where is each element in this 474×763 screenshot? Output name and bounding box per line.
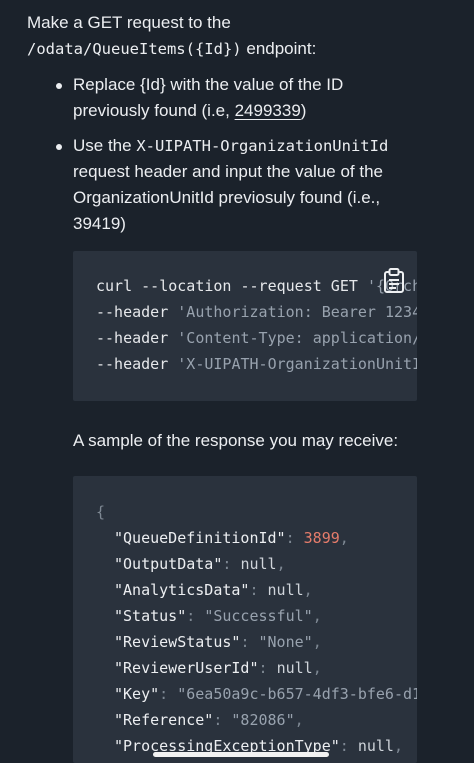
json-colon: : — [159, 685, 178, 703]
json-value: "Successful" — [204, 607, 313, 625]
intro-line-2-suffix: endpoint: — [241, 39, 317, 58]
json-field-line: "OutputData": null, — [114, 555, 286, 573]
bullet-1-line-2: previously found (i.e, 2499339) — [73, 98, 423, 124]
json-value: "None" — [258, 633, 313, 651]
code-string: 'X-UIPATH-OrganizationUnitI — [177, 355, 417, 373]
code-line: --header 'Content-Type: application/ — [96, 329, 417, 347]
json-value: null — [267, 581, 304, 599]
code-command: --header — [96, 303, 178, 321]
id-link[interactable]: 2499339 — [235, 101, 301, 120]
code-command: --header — [96, 355, 178, 373]
intro-paragraph: Make a GET request to the /odata/QueueIt… — [27, 10, 457, 62]
sample-response-label: A sample of the response you may receive… — [73, 431, 399, 450]
code-string: 'Authorization: Bearer 1234 — [177, 303, 417, 321]
json-comma: , — [312, 633, 322, 651]
json-comma: , — [294, 711, 304, 729]
json-comma: , — [276, 555, 286, 573]
json-value: "6ea50a9c-b657-4df3-bfe6-d1 — [177, 685, 417, 703]
intro-line-1: Make a GET request to the — [27, 13, 231, 32]
json-key: "ReviewerUserId" — [114, 659, 259, 677]
json-field-line: "QueueDefinitionId": 3899, — [114, 529, 349, 547]
json-key: "AnalyticsData" — [114, 581, 250, 599]
open-brace: { — [96, 503, 106, 521]
json-colon: : — [186, 607, 205, 625]
json-key: "Key" — [114, 685, 160, 703]
code-command: curl --location --request GET — [96, 277, 367, 295]
json-key: "OutputData" — [114, 555, 223, 573]
json-comma: , — [312, 607, 322, 625]
json-colon: : — [240, 633, 259, 651]
json-field-line: "AnalyticsData": null, — [114, 581, 313, 599]
json-value: null — [240, 555, 277, 573]
json-field-line: "Status": "Successful", — [114, 607, 322, 625]
list-item: Use the X-UIPATH-OrganizationUnitId requ… — [56, 133, 423, 237]
json-value: "82086" — [231, 711, 295, 729]
endpoint-code: /odata/QueueItems({Id}) — [27, 40, 242, 58]
json-key: "Reference" — [114, 711, 214, 729]
json-colon: : — [222, 555, 241, 573]
json-key: "Status" — [114, 607, 187, 625]
intro-line-2: /odata/QueueItems({Id}) endpoint: — [27, 36, 457, 62]
response-code-block[interactable]: { "QueueDefinitionId": 3899, "OutputData"… — [73, 476, 417, 763]
bullet-dot — [56, 83, 62, 89]
code-string: 'Content-Type: application/ — [177, 329, 417, 347]
home-indicator[interactable] — [153, 752, 329, 757]
list-item: Replace {Id} with the value of the ID pr… — [56, 72, 423, 124]
json-comma: , — [303, 581, 313, 599]
bullet-1-line-1: Replace {Id} with the value of the ID — [73, 75, 344, 94]
json-colon: : — [285, 529, 304, 547]
code-line: --header 'X-UIPATH-OrganizationUnitI — [96, 355, 417, 373]
json-value: null — [357, 737, 394, 755]
json-key: "ReviewStatus" — [114, 633, 241, 651]
bullet-2-prefix: Use the — [73, 136, 137, 155]
code-line: --header 'Authorization: Bearer 1234 — [96, 303, 417, 321]
json-colon: : — [213, 711, 232, 729]
json-field-line: "ReviewerUserId": null, — [114, 659, 322, 677]
json-colon: : — [339, 737, 358, 755]
bullet-dot — [56, 144, 62, 150]
bullet-2-line-1: Use the X-UIPATH-OrganizationUnitId — [73, 133, 423, 159]
json-colon: : — [258, 659, 277, 677]
json-comma: , — [393, 737, 403, 755]
header-name-code: X-UIPATH-OrganizationUnitId — [136, 137, 389, 155]
json-field-line: "Reference": "82086", — [114, 711, 304, 729]
json-value: null — [276, 659, 313, 677]
bullet-2-line-2: request header and input the value of th… — [73, 162, 384, 181]
request-code-block[interactable]: curl --location --request GET '{Orch --h… — [73, 251, 417, 401]
bullet-1-text: previously found (i.e, — [73, 101, 235, 120]
code-command: --header — [96, 329, 178, 347]
json-key: "QueueDefinitionId" — [114, 529, 286, 547]
json-field-line: "ReviewStatus": "None", — [114, 633, 322, 651]
bullet-2-line-4: 39419) — [73, 214, 126, 233]
bullet-2-line-3: OrganizationUnitId previosuly found (i.e… — [73, 188, 381, 207]
json-comma: , — [339, 529, 349, 547]
json-field-line: "Key": "6ea50a9c-b657-4df3-bfe6-d1 — [114, 685, 417, 703]
json-colon: : — [249, 581, 268, 599]
code-line: curl --location --request GET '{Orch — [96, 277, 417, 295]
json-value: 3899 — [303, 529, 340, 547]
clipboard-icon[interactable] — [383, 268, 405, 294]
json-comma: , — [312, 659, 322, 677]
bullet-1-close: ) — [300, 101, 307, 120]
